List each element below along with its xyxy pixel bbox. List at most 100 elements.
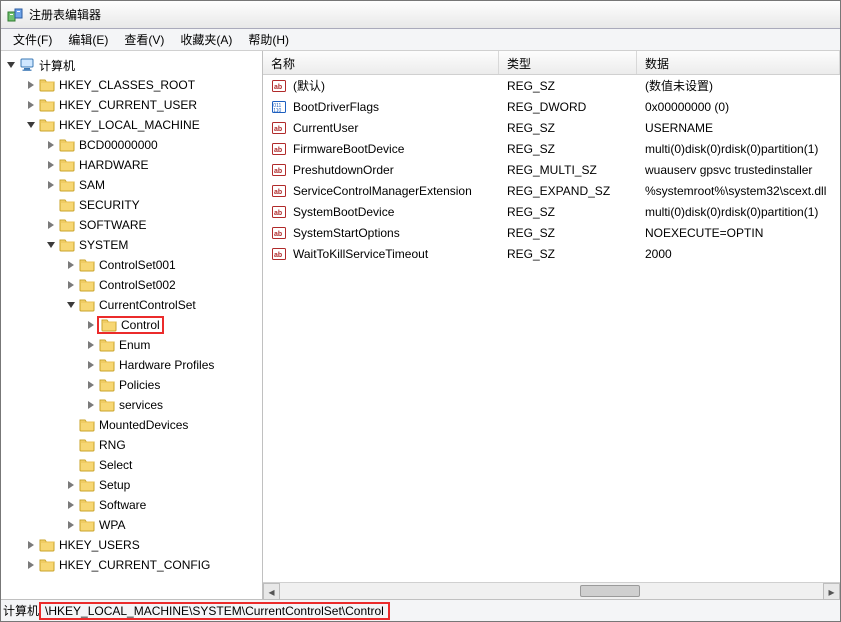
expand-icon[interactable]: [85, 379, 97, 391]
expand-icon[interactable]: [85, 319, 97, 331]
tree-software[interactable]: SOFTWARE: [5, 215, 262, 235]
tree-sam[interactable]: SAM: [5, 175, 262, 195]
tree-label: HKEY_CLASSES_ROOT: [59, 78, 195, 92]
horizontal-scrollbar[interactable]: ◂ ▸: [263, 582, 840, 599]
list-header: 名称 类型 数据: [263, 51, 840, 75]
tree-root-computer[interactable]: 计算机: [5, 55, 262, 75]
value-type: REG_EXPAND_SZ: [499, 184, 637, 198]
folder-icon: [79, 497, 95, 513]
expand-icon[interactable]: [25, 79, 37, 91]
menu-favorites[interactable]: 收藏夹(A): [172, 29, 240, 50]
tree-control[interactable]: Control: [5, 315, 262, 335]
expand-icon[interactable]: [85, 359, 97, 371]
expand-icon[interactable]: [65, 279, 77, 291]
list-item[interactable]: SystemBootDeviceREG_SZmulti(0)disk(0)rdi…: [263, 201, 840, 222]
tree-system[interactable]: SYSTEM: [5, 235, 262, 255]
folder-icon: [79, 477, 95, 493]
expand-icon[interactable]: [65, 259, 77, 271]
tree-hkcc[interactable]: HKEY_CURRENT_CONFIG: [5, 555, 262, 575]
value-data: %systemroot%\system32\scext.dll: [637, 184, 840, 198]
tree-wpa[interactable]: WPA: [5, 515, 262, 535]
expand-icon[interactable]: [25, 119, 37, 131]
tree-mounteddevices[interactable]: MountedDevices: [5, 415, 262, 435]
menu-view[interactable]: 查看(V): [116, 29, 172, 50]
scroll-thumb[interactable]: [580, 585, 640, 597]
tree-security[interactable]: SECURITY: [5, 195, 262, 215]
folder-icon: [79, 457, 95, 473]
expand-icon[interactable]: [5, 59, 17, 71]
tree-hklm[interactable]: HKEY_LOCAL_MACHINE: [5, 115, 262, 135]
expand-icon[interactable]: [25, 539, 37, 551]
folder-icon: [39, 537, 55, 553]
menu-file[interactable]: 文件(F): [5, 29, 60, 50]
scroll-left-icon[interactable]: ◂: [263, 583, 280, 600]
folder-icon: [79, 297, 95, 313]
title-bar[interactable]: 注册表编辑器: [1, 1, 840, 29]
column-name[interactable]: 名称: [263, 51, 499, 74]
tree-label: HKEY_LOCAL_MACHINE: [59, 118, 200, 132]
expand-icon[interactable]: [45, 139, 57, 151]
scroll-track[interactable]: [280, 583, 823, 599]
expand-icon[interactable]: [45, 239, 57, 251]
list-item[interactable]: CurrentUserREG_SZUSERNAME: [263, 117, 840, 138]
folder-icon: [59, 217, 75, 233]
tree-controlset002[interactable]: ControlSet002: [5, 275, 262, 295]
tree-enum[interactable]: Enum: [5, 335, 262, 355]
string-value-icon: [271, 204, 287, 220]
value-name: CurrentUser: [293, 121, 358, 135]
tree-bcd[interactable]: BCD00000000: [5, 135, 262, 155]
tree-software-sub[interactable]: Software: [5, 495, 262, 515]
tree-hkcr[interactable]: HKEY_CLASSES_ROOT: [5, 75, 262, 95]
value-name: ServiceControlManagerExtension: [293, 184, 472, 198]
expand-icon[interactable]: [65, 519, 77, 531]
folder-icon: [59, 157, 75, 173]
value-data: NOEXECUTE=OPTIN: [637, 226, 840, 240]
folder-icon: [79, 257, 95, 273]
tree-policies[interactable]: Policies: [5, 375, 262, 395]
tree-hkcu[interactable]: HKEY_CURRENT_USER: [5, 95, 262, 115]
string-value-icon: [271, 225, 287, 241]
folder-icon: [39, 117, 55, 133]
tree-services[interactable]: services: [5, 395, 262, 415]
scroll-right-icon[interactable]: ▸: [823, 583, 840, 600]
expand-icon[interactable]: [45, 179, 57, 191]
tree-controlset001[interactable]: ControlSet001: [5, 255, 262, 275]
tree-select[interactable]: Select: [5, 455, 262, 475]
expand-icon[interactable]: [65, 499, 77, 511]
expand-icon[interactable]: [65, 299, 77, 311]
list-rows[interactable]: (默认)REG_SZ(数值未设置)BootDriverFlagsREG_DWOR…: [263, 75, 840, 582]
list-item[interactable]: SystemStartOptionsREG_SZ NOEXECUTE=OPTIN: [263, 222, 840, 243]
tree-label: BCD00000000: [79, 138, 158, 152]
tree-hardware-profiles[interactable]: Hardware Profiles: [5, 355, 262, 375]
list-item[interactable]: PreshutdownOrderREG_MULTI_SZwuauserv gps…: [263, 159, 840, 180]
list-item[interactable]: WaitToKillServiceTimeoutREG_SZ2000: [263, 243, 840, 264]
menu-help[interactable]: 帮助(H): [240, 29, 297, 50]
expand-icon[interactable]: [25, 559, 37, 571]
registry-tree[interactable]: 计算机 HKEY_CLASSES_ROOT HKEY_CURRENT_USER …: [1, 51, 263, 599]
highlight-annotation: Control: [97, 316, 164, 334]
tree-currentcontrolset[interactable]: CurrentControlSet: [5, 295, 262, 315]
list-item[interactable]: FirmwareBootDeviceREG_SZmulti(0)disk(0)r…: [263, 138, 840, 159]
tree-hardware[interactable]: HARDWARE: [5, 155, 262, 175]
expand-icon[interactable]: [45, 219, 57, 231]
string-value-icon: [271, 120, 287, 136]
list-item[interactable]: BootDriverFlagsREG_DWORD0x00000000 (0): [263, 96, 840, 117]
value-name: SystemStartOptions: [293, 226, 400, 240]
tree-rng[interactable]: RNG: [5, 435, 262, 455]
tree-hku[interactable]: HKEY_USERS: [5, 535, 262, 555]
list-item[interactable]: ServiceControlManagerExtension REG_EXPAND…: [263, 180, 840, 201]
value-list: 名称 类型 数据 (默认)REG_SZ(数值未设置)BootDriverFlag…: [263, 51, 840, 599]
regedit-window: 注册表编辑器 文件(F) 编辑(E) 查看(V) 收藏夹(A) 帮助(H) 计算…: [0, 0, 841, 622]
status-prefix: 计算机: [3, 602, 39, 619]
column-data[interactable]: 数据: [637, 51, 840, 74]
expand-icon[interactable]: [25, 99, 37, 111]
menu-edit[interactable]: 编辑(E): [60, 29, 116, 50]
column-type[interactable]: 类型: [499, 51, 637, 74]
expand-icon[interactable]: [85, 339, 97, 351]
expand-icon[interactable]: [45, 159, 57, 171]
folder-icon: [99, 357, 115, 373]
expand-icon[interactable]: [65, 479, 77, 491]
list-item[interactable]: (默认)REG_SZ(数值未设置): [263, 75, 840, 96]
expand-icon[interactable]: [85, 399, 97, 411]
tree-setup[interactable]: Setup: [5, 475, 262, 495]
